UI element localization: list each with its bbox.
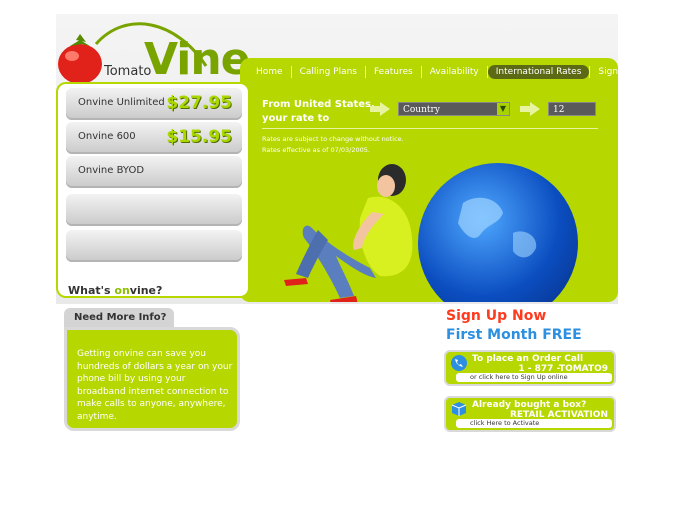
nav-divider	[486, 66, 488, 78]
logo-big-text: Vine	[144, 34, 251, 85]
need-more-info-tab: Need More Info?	[64, 308, 174, 328]
nav-sign-up[interactable]: Sign Up	[590, 65, 618, 79]
first-month-free-text: First Month FREE	[446, 327, 582, 343]
phone-icon	[451, 355, 467, 371]
retail-title: Already bought a box?	[472, 400, 587, 410]
plan-slot-empty	[66, 194, 242, 226]
plan-price: $15.95	[166, 127, 232, 147]
nav-divider	[365, 66, 366, 78]
retail-activation-box: Already bought a box? RETAIL ACTIVATION …	[444, 396, 616, 432]
nav-home[interactable]: Home	[248, 65, 291, 79]
rate-output: 12	[548, 102, 596, 116]
whats-prefix: What's	[68, 284, 115, 297]
plan-slot-empty	[66, 230, 242, 262]
sign-up-now-link[interactable]: Sign Up Now	[446, 308, 546, 324]
woman-on-phone-image	[284, 164, 413, 302]
box-icon	[451, 402, 467, 416]
nav-international-rates[interactable]: International Rates	[487, 65, 590, 79]
sign-up-online-link[interactable]: or click here to Sign Up online	[456, 373, 612, 382]
main-panel: Home Calling Plans Features Availability…	[240, 58, 618, 302]
nav-divider	[589, 66, 591, 78]
nav-calling-plans[interactable]: Calling Plans	[292, 65, 365, 79]
info-text: Getting onvine can save you hundreds of …	[77, 349, 233, 422]
divider	[262, 128, 598, 129]
order-call-box: To place an Order Call 1 - 877 -TOMATO9 …	[444, 350, 616, 386]
plan-price: $27.95	[166, 93, 232, 113]
nav-divider	[290, 66, 292, 78]
plan-onvine-byod[interactable]: Onvine BYOD	[66, 156, 242, 188]
rate-value: 12	[553, 105, 565, 115]
logo[interactable]: Tomato Vine	[56, 14, 251, 86]
arrow-right-icon	[370, 102, 390, 116]
plan-name: Onvine BYOD	[78, 165, 145, 176]
nav-availability[interactable]: Availability	[422, 65, 487, 79]
rates-note: Rates are subject to change without noti…	[262, 135, 404, 143]
rate-label: From United States, your rate to	[262, 99, 375, 124]
dropdown-arrow-icon[interactable]: ▼	[497, 103, 509, 115]
activate-link-text: click Here to Activate	[470, 419, 540, 427]
rates-effective-date: Rates effective as of 07/03/2005.	[262, 146, 370, 154]
whats-onvine-link[interactable]: What's onvine?	[68, 284, 162, 297]
country-select[interactable]: Country ▼	[398, 102, 510, 116]
whats-on: on	[114, 284, 130, 297]
need-more-info-title: Need More Info?	[74, 312, 167, 323]
activate-link[interactable]: click Here to Activate	[456, 419, 612, 428]
plans-panel: Onvine Unlimited $27.95 Onvine 600 $15.9…	[56, 82, 250, 298]
whats-suffix: vine?	[129, 284, 163, 297]
main-nav: Home Calling Plans Features Availability…	[248, 63, 618, 81]
nav-features[interactable]: Features	[366, 65, 421, 79]
order-call-title: To place an Order Call	[472, 354, 584, 364]
plan-onvine-unlimited[interactable]: Onvine Unlimited $27.95	[66, 88, 242, 120]
nav-divider	[420, 66, 422, 78]
plan-name: Onvine 600	[78, 131, 136, 142]
plan-onvine-600[interactable]: Onvine 600 $15.95	[66, 122, 242, 154]
sign-up-online-text: or click here to Sign Up online	[470, 373, 568, 381]
info-box: Getting onvine can save you hundreds of …	[64, 327, 240, 431]
arrow-right-icon	[520, 102, 540, 116]
country-select-value: Country	[403, 105, 440, 115]
plan-name: Onvine Unlimited	[78, 97, 165, 108]
